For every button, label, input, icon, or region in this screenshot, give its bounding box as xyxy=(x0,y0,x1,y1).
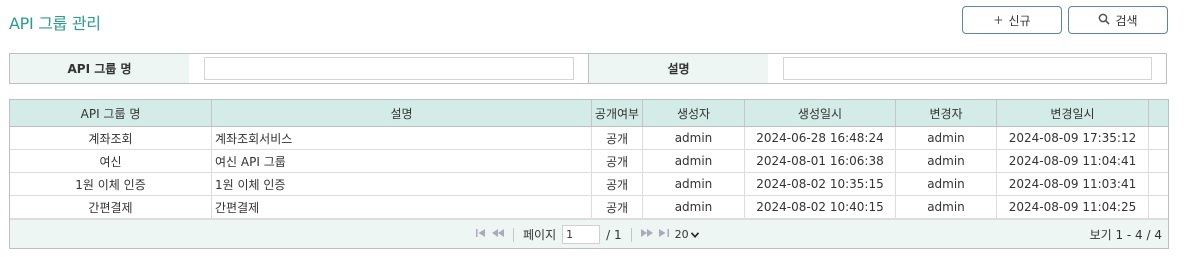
cell-public: 공개 xyxy=(592,127,643,149)
cell-description: 여신 API 그룹 xyxy=(212,150,592,172)
column-header-creator[interactable]: 생성자 xyxy=(643,100,745,126)
next-page-icon[interactable] xyxy=(640,229,653,240)
cell-public: 공개 xyxy=(592,196,643,218)
api-group-grid: API 그룹 명 설명 공개여부 생성자 생성일시 변경자 변경일시 계좌조회 … xyxy=(9,99,1169,249)
column-header-group-name[interactable]: API 그룹 명 xyxy=(10,100,212,126)
grid-body: 계좌조회 계좌조회서비스 공개 admin 2024-06-28 16:48:2… xyxy=(10,127,1168,219)
cell-modifier: admin xyxy=(896,127,997,149)
cell-public: 공개 xyxy=(592,173,643,195)
pager-separator xyxy=(513,227,514,242)
cell-created-at: 2024-06-28 16:48:24 xyxy=(745,127,896,149)
pager-separator xyxy=(630,227,632,242)
cell-created-at: 2024-08-02 10:40:15 xyxy=(745,196,896,218)
pager-info: 보기 1 - 4 / 4 xyxy=(1089,228,1162,242)
page-size-select[interactable]: 20 xyxy=(675,225,707,244)
first-page-icon[interactable] xyxy=(476,229,486,240)
cell-group-name: 간편결제 xyxy=(10,196,212,218)
column-header-modifier[interactable]: 변경자 xyxy=(896,100,997,126)
group-name-input[interactable] xyxy=(204,57,574,80)
cell-description: 1원 이체 인증 xyxy=(212,173,592,195)
search-form: API 그룹 명 설명 xyxy=(9,53,1167,84)
new-button-label: 신규 xyxy=(1008,13,1031,28)
column-header-modified-at[interactable]: 변경일시 xyxy=(997,100,1149,126)
cell-description: 간편결제 xyxy=(212,196,592,218)
page-number-input[interactable]: 1 xyxy=(562,225,601,244)
cell-description: 계좌조회서비스 xyxy=(212,127,592,149)
pager: 페이지 1 / 1 20 보기 1 - 4 / 4 xyxy=(10,219,1168,248)
table-row[interactable]: 계좌조회 계좌조회서비스 공개 admin 2024-06-28 16:48:2… xyxy=(10,127,1168,150)
table-row[interactable]: 여신 여신 API 그룹 공개 admin 2024-08-01 16:06:3… xyxy=(10,150,1168,173)
search-button-label: 검색 xyxy=(1115,13,1138,28)
page-label: 페이지 xyxy=(523,228,557,242)
cell-spacer xyxy=(1149,150,1168,172)
page-total: / 1 xyxy=(606,227,622,242)
cell-spacer xyxy=(1149,173,1168,195)
plus-icon: + xyxy=(993,13,1004,27)
cell-created-at: 2024-08-02 10:35:15 xyxy=(745,173,896,195)
cell-modified-at: 2024-08-09 11:03:41 xyxy=(997,173,1149,195)
cell-group-name: 1원 이체 인증 xyxy=(10,173,212,195)
cell-creator: admin xyxy=(643,150,745,172)
cell-created-at: 2024-08-01 16:06:38 xyxy=(745,150,896,172)
column-header-description[interactable]: 설명 xyxy=(212,100,592,126)
column-header-created-at[interactable]: 생성일시 xyxy=(745,100,896,126)
grid-header: API 그룹 명 설명 공개여부 생성자 생성일시 변경자 변경일시 xyxy=(10,100,1168,127)
cell-modifier: admin xyxy=(896,150,997,172)
cell-spacer xyxy=(1149,127,1168,149)
cell-creator: admin xyxy=(643,127,745,149)
cell-group-name: 여신 xyxy=(10,150,212,172)
prev-page-icon[interactable] xyxy=(492,229,504,240)
cell-modified-at: 2024-08-09 11:04:25 xyxy=(997,196,1149,218)
new-button[interactable]: + 신규 xyxy=(962,6,1062,34)
cell-modified-at: 2024-08-09 11:04:41 xyxy=(997,150,1149,172)
group-name-label: API 그룹 명 xyxy=(10,54,189,83)
cell-creator: admin xyxy=(643,173,745,195)
cell-public: 공개 xyxy=(592,150,643,172)
table-row[interactable]: 간편결제 간편결제 공개 admin 2024-08-02 10:40:15 a… xyxy=(10,196,1168,219)
cell-group-name: 계좌조회 xyxy=(10,127,212,149)
cell-modified-at: 2024-08-09 17:35:12 xyxy=(997,127,1149,149)
cell-modifier: admin xyxy=(896,173,997,195)
cell-creator: admin xyxy=(643,196,745,218)
description-input[interactable] xyxy=(783,57,1152,80)
table-row[interactable]: 1원 이체 인증 1원 이체 인증 공개 admin 2024-08-02 10… xyxy=(10,173,1168,196)
page-title: API 그룹 관리 xyxy=(9,14,101,33)
cell-spacer xyxy=(1149,196,1168,218)
description-label: 설명 xyxy=(588,54,768,83)
last-page-icon[interactable] xyxy=(658,229,669,240)
column-header-scroll-spacer xyxy=(1149,100,1168,126)
page-size-value: 20 xyxy=(674,228,689,241)
search-button[interactable]: 검색 xyxy=(1068,6,1168,34)
search-icon xyxy=(1098,13,1111,28)
chevron-down-icon xyxy=(690,228,699,241)
cell-modifier: admin xyxy=(896,196,997,218)
column-header-public[interactable]: 공개여부 xyxy=(592,100,643,126)
